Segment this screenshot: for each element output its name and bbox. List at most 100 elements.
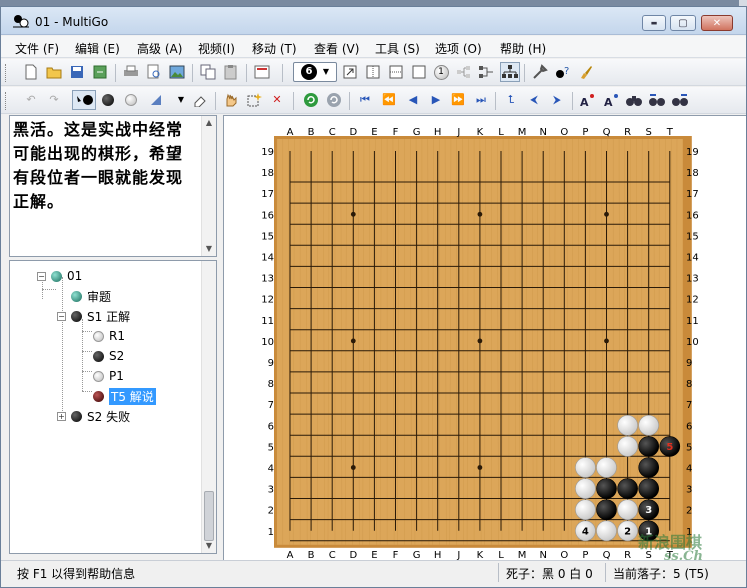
- tree-node-s1[interactable]: − S1 正解: [57, 307, 130, 325]
- copy-icon[interactable]: [200, 64, 216, 80]
- jump-icon[interactable]: [342, 64, 358, 80]
- toolbar-grip[interactable]: [5, 92, 8, 110]
- menu-help[interactable]: 帮助 (H): [500, 40, 546, 57]
- white-stone-icon[interactable]: [123, 92, 139, 108]
- scroll-up-icon[interactable]: ▲: [202, 116, 216, 130]
- tree-node-r1[interactable]: R1: [93, 327, 125, 345]
- menu-advanced[interactable]: 高级 (A): [137, 40, 182, 57]
- collapse-icon[interactable]: −: [57, 311, 66, 321]
- tree-node-problem[interactable]: 审题: [71, 287, 111, 305]
- toolbar-grip[interactable]: [5, 64, 8, 82]
- tree-node-t5[interactable]: T5 解说: [93, 387, 156, 405]
- minimize-button[interactable]: ▬: [642, 15, 666, 31]
- hand-icon[interactable]: [223, 92, 239, 108]
- eraser-icon[interactable]: [192, 92, 208, 108]
- black-stone[interactable]: [638, 478, 660, 499]
- menu-view[interactable]: 视频(I): [198, 40, 235, 57]
- comment-scrollbar[interactable]: ▲ ▼: [201, 116, 216, 256]
- blank-panel-icon[interactable]: [411, 64, 427, 80]
- white-stone[interactable]: [596, 457, 617, 478]
- fast-forward-icon[interactable]: ⏩: [450, 92, 466, 108]
- brush-icon[interactable]: [578, 64, 594, 80]
- undo-icon[interactable]: ↶: [23, 92, 39, 108]
- white-stone[interactable]: [617, 414, 638, 436]
- forward-icon[interactable]: ▶: [428, 92, 444, 108]
- scroll-down-icon[interactable]: ▼: [202, 242, 216, 256]
- help-cursor-icon[interactable]: ?: [555, 64, 571, 80]
- white-stone[interactable]: [575, 478, 596, 499]
- fast-back-icon[interactable]: ⏪: [381, 92, 397, 108]
- move-number-dropdown[interactable]: 6 ▼: [293, 62, 337, 82]
- collapse-icon[interactable]: −: [37, 271, 46, 281]
- reload-icon[interactable]: [326, 92, 342, 108]
- variation-tree-icon[interactable]: [456, 64, 472, 80]
- mark-a-icon[interactable]: A: [579, 92, 595, 108]
- back-icon[interactable]: ◀: [405, 92, 421, 108]
- white-stone[interactable]: [617, 436, 638, 457]
- black-stone[interactable]: [638, 436, 660, 457]
- select-area-icon[interactable]: [246, 92, 262, 108]
- menu-edit[interactable]: 编辑 (E): [75, 40, 120, 57]
- tree-node-p1[interactable]: P1: [93, 367, 124, 385]
- black-stone[interactable]: [596, 478, 617, 499]
- go-board[interactable]: AABBCCDDEEFFGGHHJJKKLLMMNNOOPPQQRRSSTT19…: [224, 116, 747, 561]
- black-stone[interactable]: [617, 478, 638, 499]
- branch-icon[interactable]: [478, 64, 494, 80]
- white-stone[interactable]: [596, 520, 617, 542]
- delete-icon[interactable]: ✕: [269, 92, 285, 108]
- game-tree-toggle-icon[interactable]: [500, 62, 520, 82]
- game-tree-panel[interactable]: − 01 审题 − S1 正解 R1 S2 P1 T5 解说 + S2 失败 ▼: [9, 260, 217, 554]
- binoculars-icon[interactable]: [626, 92, 642, 108]
- menu-tools[interactable]: 工具 (S): [375, 40, 420, 57]
- black-stone-icon[interactable]: [100, 92, 116, 108]
- menu-search[interactable]: 查看 (V): [314, 40, 359, 57]
- scroll-down-icon[interactable]: ▼: [202, 539, 216, 553]
- tree-node-s2-fail[interactable]: + S2 失败: [57, 407, 130, 425]
- find-prev-icon[interactable]: [649, 92, 665, 108]
- mark-b-icon[interactable]: A: [603, 92, 619, 108]
- close-button[interactable]: ✕: [701, 15, 733, 31]
- scroll-thumb[interactable]: [204, 491, 214, 541]
- find-next-icon[interactable]: [672, 92, 688, 108]
- next-variation-icon[interactable]: ⮞: [549, 92, 565, 108]
- alternate-play-icon[interactable]: [72, 90, 96, 110]
- title-bar[interactable]: 01 - MultiGo ▬ ▢ ✕: [1, 7, 746, 35]
- menu-file[interactable]: 文件 (F): [15, 40, 59, 57]
- black-stone[interactable]: [596, 499, 617, 521]
- export-image-icon[interactable]: [169, 64, 185, 80]
- save-as-icon[interactable]: [92, 64, 108, 80]
- black-stone[interactable]: [638, 457, 660, 478]
- white-stone[interactable]: [638, 414, 660, 436]
- tree-node-s2[interactable]: S2: [93, 347, 124, 365]
- up-variation-icon[interactable]: ⮤: [503, 92, 519, 108]
- white-stone[interactable]: [617, 499, 638, 521]
- refresh-icon[interactable]: [303, 92, 319, 108]
- tree-node-root[interactable]: − 01: [37, 267, 82, 285]
- prev-variation-icon[interactable]: ⮜: [526, 92, 542, 108]
- new-file-icon[interactable]: [23, 64, 39, 80]
- save-icon[interactable]: [69, 64, 85, 80]
- print-preview-icon[interactable]: [146, 64, 162, 80]
- comment-panel[interactable]: 黑活。这是实战中经常可能出现的棋形，希望有段位者一眼就能发现正解。 ▲ ▼: [9, 115, 217, 257]
- mark-tool-icon[interactable]: [149, 92, 165, 108]
- white-stone[interactable]: [575, 499, 596, 521]
- expand-icon[interactable]: +: [57, 411, 66, 421]
- last-move-icon[interactable]: ⏭: [473, 92, 489, 108]
- board-panel[interactable]: A A B B C C D D E E F F G G H H J J K K L L M M N N O O P P Q Q R R S S T T 19…: [223, 115, 747, 561]
- white-stone[interactable]: [575, 457, 596, 478]
- properties-icon[interactable]: [254, 64, 270, 80]
- open-folder-icon[interactable]: [46, 64, 62, 80]
- maximize-button[interactable]: ▢: [670, 15, 696, 31]
- chevron-down-icon[interactable]: ▼: [173, 92, 189, 108]
- tools-icon[interactable]: [532, 64, 548, 80]
- menu-options[interactable]: 选项 (O): [435, 40, 482, 57]
- split-vertical-icon[interactable]: [365, 64, 381, 80]
- tree-scrollbar[interactable]: ▼: [201, 261, 216, 553]
- first-move-icon[interactable]: ⏮: [357, 92, 373, 108]
- print-icon[interactable]: [123, 64, 139, 80]
- menu-move[interactable]: 移动 (T): [252, 40, 297, 57]
- numbered-stone-icon[interactable]: 1: [433, 64, 449, 80]
- paste-icon[interactable]: [223, 64, 239, 80]
- split-horizontal-icon[interactable]: [388, 64, 404, 80]
- redo-icon[interactable]: ↷: [46, 92, 62, 108]
